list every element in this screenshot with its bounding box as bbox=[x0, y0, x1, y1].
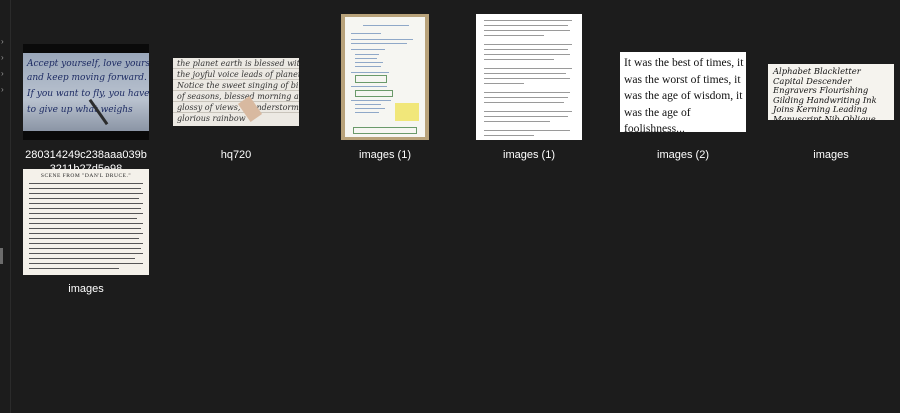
file-name[interactable]: images bbox=[21, 282, 151, 296]
file-name[interactable]: images bbox=[766, 148, 896, 162]
file-thumbnail-image: SCENE FROM "DAN'L DRUCE." bbox=[23, 169, 149, 275]
thumbnail: the planet earth is blessed with life th… bbox=[171, 42, 301, 142]
file-name[interactable]: hq720 bbox=[171, 148, 301, 162]
thumbnail: It was the best of times, it was the wor… bbox=[618, 42, 748, 142]
thumbnail bbox=[464, 12, 594, 142]
file-tile[interactable]: images (1) bbox=[320, 12, 450, 162]
thumbnail bbox=[320, 12, 450, 142]
file-tile[interactable]: Accept yourself, love yourself, and keep… bbox=[21, 42, 151, 176]
file-thumbnail-image: Accept yourself, love yourself, and keep… bbox=[23, 44, 149, 140]
pin-icon[interactable]: › bbox=[1, 70, 9, 78]
file-name[interactable]: images (1) bbox=[320, 148, 450, 162]
file-thumbnail-image: It was the best of times, it was the wor… bbox=[620, 52, 746, 132]
file-thumbnail-image bbox=[341, 14, 429, 140]
file-thumbnail-image bbox=[476, 14, 582, 140]
file-tile[interactable]: Alphabet Blackletter Capital Descender E… bbox=[766, 42, 896, 162]
navigation-pane-edge: › › › › bbox=[0, 0, 11, 413]
file-thumbnail-image: the planet earth is blessed with life th… bbox=[173, 58, 299, 126]
file-name[interactable]: images (1) bbox=[464, 148, 594, 162]
file-tile[interactable]: the planet earth is blessed with life th… bbox=[171, 42, 301, 162]
thumbnail: Alphabet Blackletter Capital Descender E… bbox=[766, 42, 896, 142]
pin-icon[interactable]: › bbox=[1, 38, 9, 46]
thumbnail: Accept yourself, love yourself, and keep… bbox=[21, 42, 151, 142]
file-tile[interactable]: SCENE FROM "DAN'L DRUCE." images bbox=[21, 168, 151, 296]
pin-icon[interactable]: › bbox=[1, 86, 9, 94]
file-thumbnail-image: Alphabet Blackletter Capital Descender E… bbox=[768, 64, 894, 120]
file-tile[interactable]: images (1) bbox=[464, 12, 594, 162]
selection-indicator bbox=[0, 248, 3, 264]
pin-icon[interactable]: › bbox=[1, 54, 9, 62]
file-name[interactable]: images (2) bbox=[618, 148, 748, 162]
file-tile[interactable]: It was the best of times, it was the wor… bbox=[618, 42, 748, 162]
thumbnail: SCENE FROM "DAN'L DRUCE." bbox=[21, 168, 151, 276]
